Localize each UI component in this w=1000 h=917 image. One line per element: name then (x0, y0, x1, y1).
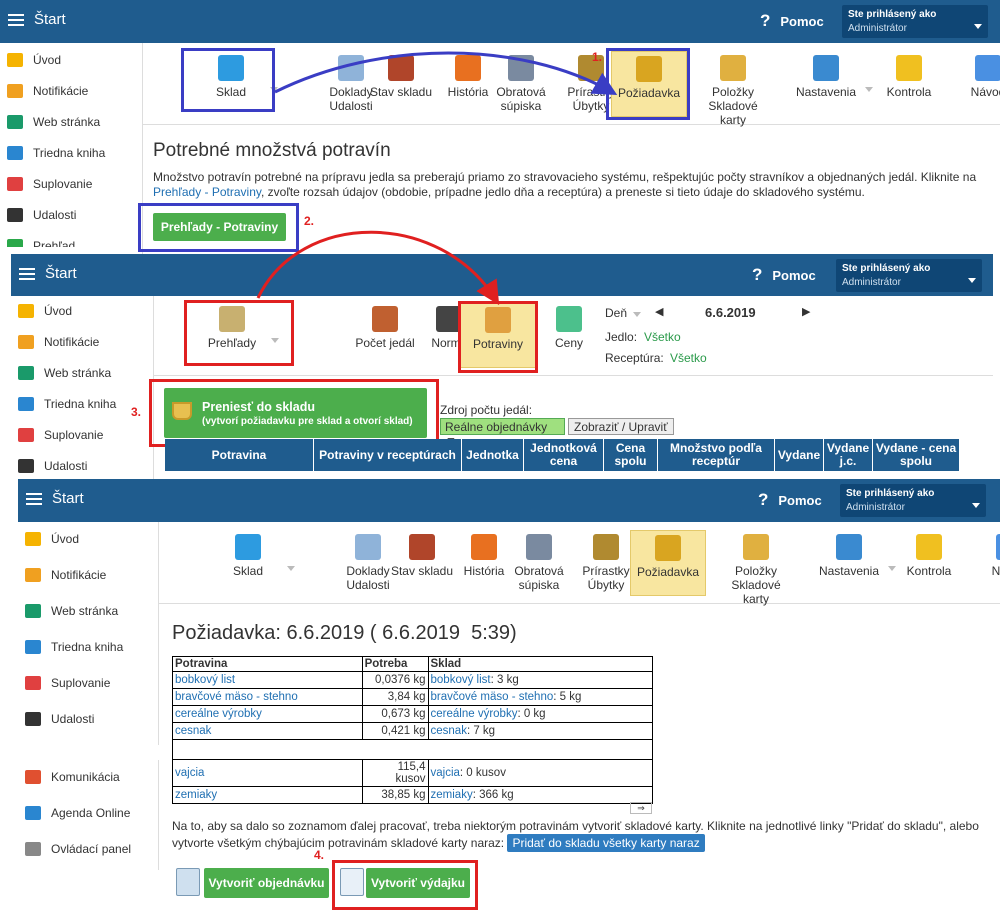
arrow-2 (256, 230, 500, 306)
arrow-1 (274, 51, 618, 95)
arrows-overlay (256, 51, 618, 306)
